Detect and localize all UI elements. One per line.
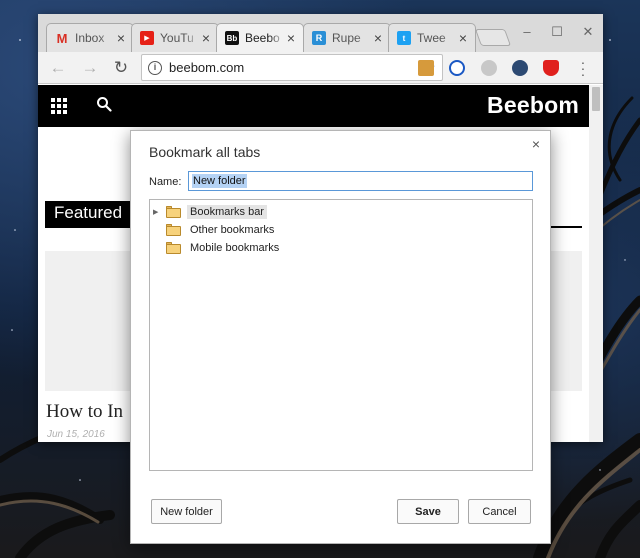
chrome-menu-icon[interactable]: · · · <box>578 55 588 81</box>
ghostery-icon[interactable] <box>481 60 497 76</box>
bookmark-all-tabs-dialog: Bookmark all tabs × Name: New folder ▶ B… <box>130 130 551 544</box>
tab-title: YouTu <box>160 31 194 45</box>
tree-item-label: Mobile bookmarks <box>190 241 280 254</box>
tab-twitter[interactable]: t Twee × <box>388 23 476 52</box>
scrollbar-thumb[interactable] <box>592 87 600 111</box>
forward-arrow-icon[interactable]: → <box>80 58 100 78</box>
browser-toolbar: ← → ↻ i beebom.com ★ ··· <box>38 52 603 84</box>
tab-youtube[interactable]: ▶ YouTu × <box>131 23 219 52</box>
close-icon[interactable]: × <box>529 136 543 152</box>
tab-close-icon[interactable]: × <box>372 31 384 45</box>
back-arrow-icon[interactable]: ← <box>48 58 68 78</box>
tree-item-label: Bookmarks bar <box>187 204 267 219</box>
beebom-icon: Bb <box>225 31 239 45</box>
tab-inbox[interactable]: M Inbox × <box>46 23 134 52</box>
maximize-icon[interactable]: ☐ <box>550 24 564 40</box>
search-icon[interactable] <box>96 96 112 112</box>
featured-section-label: Featured <box>45 201 131 226</box>
tab-rupee[interactable]: R Rupe × <box>303 23 391 52</box>
folder-icon <box>166 241 181 254</box>
dialog-title: Bookmark all tabs <box>149 144 261 160</box>
address-url[interactable]: beebom.com <box>169 60 244 75</box>
expand-arrow-icon[interactable]: ▶ <box>153 208 161 216</box>
tab-title: Inbox <box>75 31 105 45</box>
lastpass-icon[interactable] <box>449 60 465 76</box>
page-scrollbar[interactable] <box>589 85 603 442</box>
site-info-icon[interactable]: i <box>148 61 162 75</box>
tree-item-label: Other bookmarks <box>190 223 275 236</box>
rupee-icon: R <box>312 31 326 45</box>
reload-icon[interactable]: ↻ <box>111 58 131 78</box>
twitter-icon: t <box>397 31 411 45</box>
tab-beebom[interactable]: Bb Beebo × <box>216 23 304 52</box>
new-tab-button[interactable] <box>474 29 512 46</box>
apps-grid-icon[interactable] <box>51 98 67 114</box>
folder-name-value[interactable]: New folder <box>192 174 247 188</box>
address-bar[interactable]: i beebom.com ★ <box>141 54 443 81</box>
folder-tree[interactable]: ▶ Bookmarks bar Other bookmarks Mobile b… <box>149 199 533 471</box>
minimize-icon[interactable]: – <box>520 24 534 39</box>
cookie-extension-icon[interactable] <box>418 60 434 76</box>
folder-icon <box>166 223 181 236</box>
site-logo[interactable]: Beebom <box>487 92 579 119</box>
save-button[interactable]: Save <box>397 499 459 524</box>
folder-open-icon <box>166 205 181 218</box>
tab-title: Rupe <box>332 31 361 45</box>
cancel-button[interactable]: Cancel <box>468 499 531 524</box>
name-label: Name: <box>149 176 182 188</box>
tab-title: Twee <box>417 31 446 45</box>
tab-close-icon[interactable]: × <box>200 31 212 45</box>
tab-title: Beebo <box>245 31 280 45</box>
article-date: Jun 15, 2016 <box>47 429 105 440</box>
article-headline[interactable]: How to In <box>46 401 123 423</box>
send-icon[interactable] <box>512 60 528 76</box>
tab-close-icon[interactable]: × <box>285 31 297 45</box>
tab-close-icon[interactable]: × <box>457 31 469 45</box>
ublock-icon[interactable] <box>543 60 559 76</box>
tab-close-icon[interactable]: × <box>115 31 127 45</box>
new-folder-button[interactable]: New folder <box>151 499 222 524</box>
tab-strip: M Inbox × ▶ YouTu × Bb Beebo × R Rupe × … <box>38 14 603 52</box>
gmail-icon: M <box>56 30 68 46</box>
close-window-icon[interactable]: ✕ <box>581 24 595 40</box>
youtube-icon: ▶ <box>140 31 154 45</box>
site-header: Beebom <box>38 85 589 127</box>
